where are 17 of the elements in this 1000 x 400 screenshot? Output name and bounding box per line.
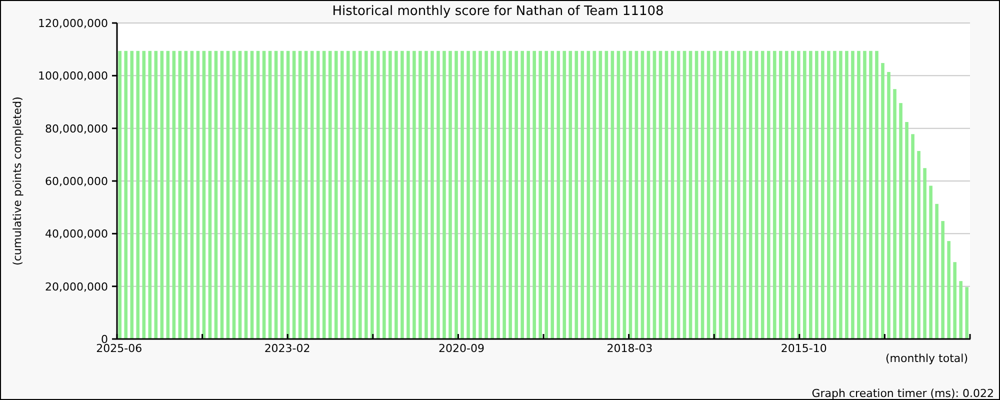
x-axis-title: (monthly total)	[886, 352, 968, 365]
chart-title: Historical monthly score for Nathan of Team 11108	[332, 4, 664, 19]
timer-text: Graph creation timer (ms): 0.022	[812, 387, 994, 399]
y-tick-label: 100,000,000	[38, 70, 108, 83]
y-axis-title: (cumulative points completed)	[11, 96, 24, 266]
bar	[959, 281, 962, 339]
x-tick-label: 2020-09	[438, 342, 484, 355]
x-tick-label: 2023-02	[264, 342, 310, 355]
y-tick-label: 60,000,000	[45, 175, 108, 188]
y-tick-label: 40,000,000	[45, 228, 108, 241]
y-tick-label: 120,000,000	[38, 17, 108, 30]
bar	[965, 287, 968, 339]
y-tick-label: 20,000,000	[45, 280, 108, 294]
x-tick-label: 2025-06	[96, 342, 142, 355]
x-tick-label: 2018-03	[606, 342, 653, 355]
x-tick-label: 2015-10	[780, 342, 827, 355]
y-tick-label: 80,000,000	[45, 122, 108, 136]
